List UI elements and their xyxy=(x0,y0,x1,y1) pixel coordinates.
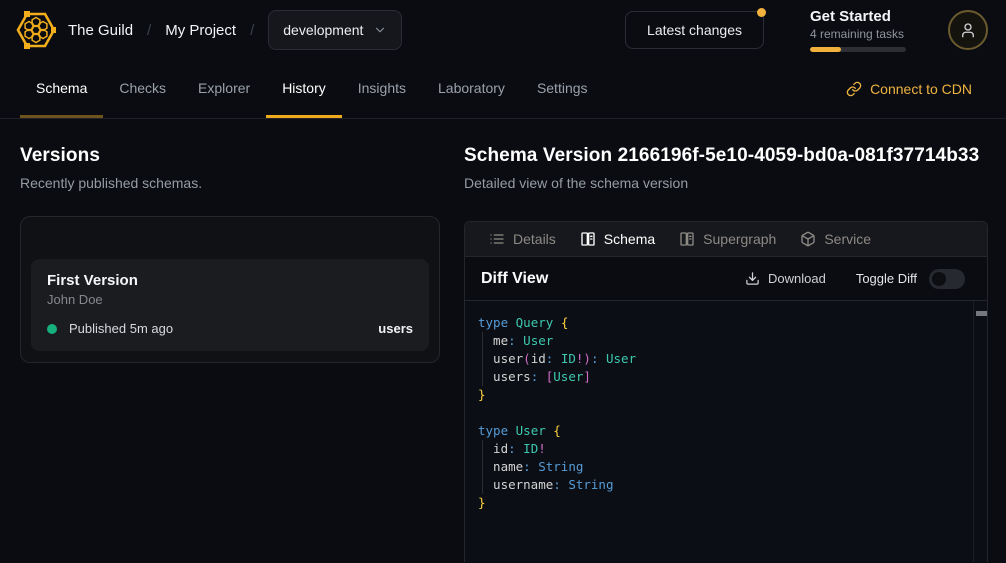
indent-guide xyxy=(482,440,483,494)
code-line: } xyxy=(478,494,961,512)
list-icon xyxy=(489,231,505,247)
version-service-name: users xyxy=(378,321,413,336)
get-started-widget[interactable]: Get Started 4 remaining tasks xyxy=(810,8,906,52)
target-selector-value: development xyxy=(283,22,363,38)
breadcrumb: The Guild / My Project / development xyxy=(68,10,402,50)
link-icon xyxy=(846,81,862,97)
version-status-row: Published 5m ago users xyxy=(47,321,413,336)
indent-guide xyxy=(482,332,483,386)
schema-version-card: Details Schema Supergraph Service Diff View… xyxy=(464,221,988,562)
download-button[interactable]: Download xyxy=(745,271,826,286)
schema-code: type Query { me: User user(id: ID!): Use… xyxy=(465,301,987,525)
version-author: John Doe xyxy=(47,292,413,307)
tab-explorer[interactable]: Explorer xyxy=(182,60,266,118)
diff-view-toolbar: Diff View Download Toggle Diff xyxy=(465,257,987,301)
columns-icon xyxy=(580,231,596,247)
tab-details[interactable]: Details xyxy=(477,222,568,256)
schema-code-editor[interactable]: type Query { me: User user(id: ID!): Use… xyxy=(465,301,987,562)
code-scrollbar-thumb[interactable] xyxy=(976,311,987,316)
code-line: id: ID! xyxy=(478,440,961,458)
schema-version-title: Schema Version 2166196f-5e10-4059-bd0a-0… xyxy=(464,145,988,167)
toggle-diff-label: Toggle Diff xyxy=(856,271,917,286)
schema-panel-tabs: Details Schema Supergraph Service xyxy=(465,222,987,257)
connect-to-cdn-label: Connect to CDN xyxy=(870,81,972,97)
user-menu-button[interactable] xyxy=(948,10,988,50)
versions-subtitle: Recently published schemas. xyxy=(20,175,440,191)
code-scrollbar[interactable] xyxy=(973,301,987,562)
tab-history[interactable]: History xyxy=(266,60,342,118)
breadcrumb-separator: / xyxy=(147,22,151,39)
tab-supergraph[interactable]: Supergraph xyxy=(667,222,788,256)
main-content: Versions Recently published schemas. Fir… xyxy=(0,119,1006,562)
breadcrumb-org[interactable]: The Guild xyxy=(68,22,133,39)
code-line: username: String xyxy=(478,476,961,494)
tab-schema[interactable]: Schema xyxy=(20,60,103,118)
schema-version-panel: Schema Version 2166196f-5e10-4059-bd0a-0… xyxy=(464,145,988,562)
tab-laboratory[interactable]: Laboratory xyxy=(422,60,521,118)
diff-view-actions: Download Toggle Diff xyxy=(745,269,971,289)
get-started-progress-track xyxy=(810,47,906,52)
code-line: } xyxy=(478,386,961,404)
cube-icon xyxy=(800,231,816,247)
download-label: Download xyxy=(768,271,826,286)
version-list-item[interactable]: First Version John Doe Published 5m ago … xyxy=(31,259,429,351)
diff-view-title: Diff View xyxy=(481,270,548,288)
schema-version-subtitle: Detailed view of the schema version xyxy=(464,175,988,191)
version-title: First Version xyxy=(47,272,413,289)
get-started-progress-fill xyxy=(810,47,841,52)
get-started-subtitle: 4 remaining tasks xyxy=(810,27,906,41)
code-line: type User { xyxy=(478,422,961,440)
columns-icon xyxy=(679,231,695,247)
tab-label: Service xyxy=(824,231,871,247)
version-status-text: Published 5m ago xyxy=(69,321,173,336)
code-line xyxy=(478,404,961,422)
toggle-diff-switch[interactable] xyxy=(929,269,965,289)
primary-nav-bar: SchemaChecksExplorerHistoryInsightsLabor… xyxy=(0,60,1006,119)
tab-settings[interactable]: Settings xyxy=(521,60,604,118)
versions-panel: Versions Recently published schemas. Fir… xyxy=(20,145,440,562)
chevron-down-icon xyxy=(373,23,387,37)
code-line: name: String xyxy=(478,458,961,476)
user-icon xyxy=(959,21,977,39)
tab-insights[interactable]: Insights xyxy=(342,60,422,118)
target-selector[interactable]: development xyxy=(268,10,402,50)
tab-service[interactable]: Service xyxy=(788,222,883,256)
code-line: type Query { xyxy=(478,314,961,332)
versions-list-card: First Version John Doe Published 5m ago … xyxy=(20,216,440,363)
latest-changes-label: Latest changes xyxy=(647,22,742,38)
latest-changes-button[interactable]: Latest changes xyxy=(625,11,764,49)
hive-logo-icon[interactable] xyxy=(16,10,56,50)
primary-nav: SchemaChecksExplorerHistoryInsightsLabor… xyxy=(20,60,604,118)
breadcrumb-project[interactable]: My Project xyxy=(165,22,236,39)
published-status-dot xyxy=(47,324,57,334)
tab-schema[interactable]: Schema xyxy=(568,222,667,256)
code-line: users: [User] xyxy=(478,368,961,386)
code-line: user(id: ID!): User xyxy=(478,350,961,368)
code-line: me: User xyxy=(478,332,961,350)
tab-label: Details xyxy=(513,231,556,247)
download-icon xyxy=(745,271,760,286)
notification-dot xyxy=(757,8,766,17)
toggle-knob xyxy=(932,272,946,286)
app-header: The Guild / My Project / development Lat… xyxy=(0,0,1006,60)
connect-to-cdn-button[interactable]: Connect to CDN xyxy=(846,60,972,118)
tab-label: Supergraph xyxy=(703,231,776,247)
tab-checks[interactable]: Checks xyxy=(103,60,182,118)
get-started-title: Get Started xyxy=(810,8,906,26)
tab-label: Schema xyxy=(604,231,655,247)
breadcrumb-separator: / xyxy=(250,22,254,39)
versions-title: Versions xyxy=(20,145,440,167)
